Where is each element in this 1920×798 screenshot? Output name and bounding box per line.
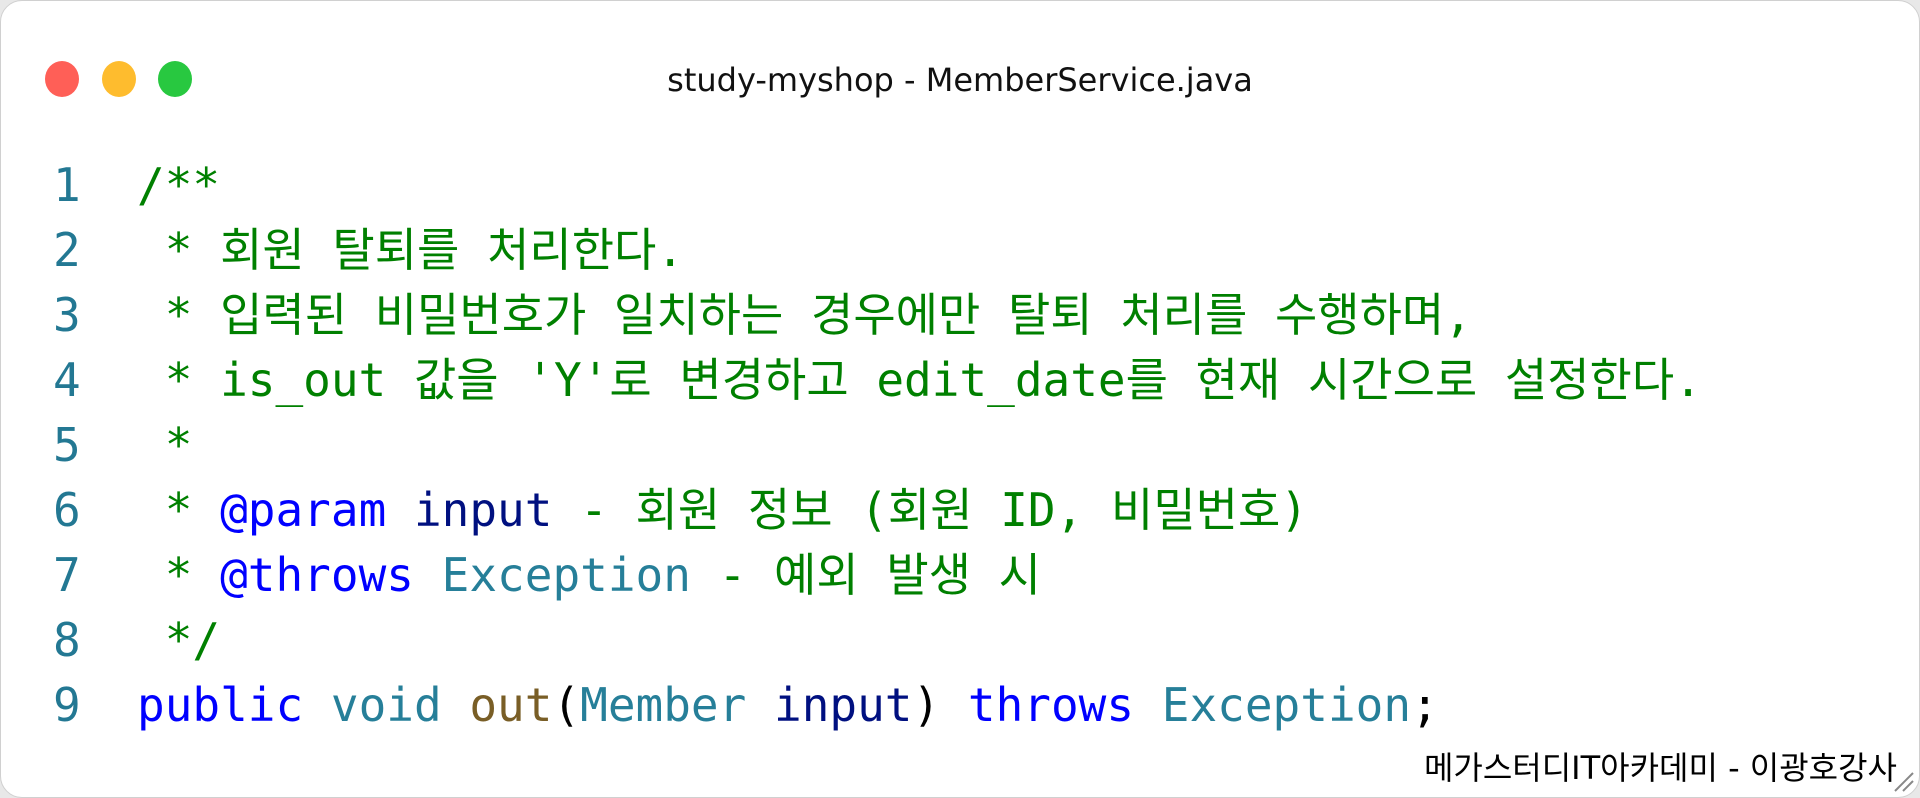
window-title: study-myshop - MemberService.java bbox=[667, 61, 1253, 99]
credit-text: 메가스터디IT아카데미 - 이광호강사 bbox=[1423, 749, 1897, 787]
line-number: 3 bbox=[53, 288, 81, 342]
code-token: @param bbox=[220, 483, 387, 537]
code-token: * bbox=[137, 418, 193, 472]
line-text: * bbox=[137, 413, 193, 478]
code-token: input bbox=[413, 483, 553, 537]
line-text: * @throws Exception - 예외 발생 시 bbox=[137, 543, 1041, 608]
code-token: * is_out 값을 'Y'로 변경하고 edit_date를 현재 시간으로… bbox=[137, 353, 1702, 407]
line-number: 5 bbox=[53, 418, 81, 472]
line-number: 7 bbox=[53, 548, 81, 602]
code-token: * bbox=[137, 548, 221, 602]
code-token: Exception bbox=[441, 548, 691, 602]
line-number: 8 bbox=[53, 613, 81, 667]
code-token: @throws bbox=[220, 548, 414, 602]
code-token: input bbox=[774, 678, 913, 732]
line-text: * 입력된 비밀번호가 일치하는 경우에만 탈퇴 처리를 수행하며, bbox=[137, 283, 1472, 348]
code-token: Exception bbox=[1161, 678, 1412, 732]
line-number: 6 bbox=[53, 483, 81, 537]
line-number: 4 bbox=[53, 353, 81, 407]
code-token: ) bbox=[912, 678, 968, 732]
code-token: - 예외 발생 시 bbox=[690, 548, 1041, 602]
line-text: * 회원 탈퇴를 처리한다. bbox=[137, 218, 684, 283]
code-token: */ bbox=[137, 613, 221, 667]
line-text: * @param input - 회원 정보 (회원 ID, 비밀번호) bbox=[137, 478, 1308, 543]
code-token: ; bbox=[1411, 678, 1439, 732]
line-number: 9 bbox=[53, 678, 81, 732]
code-token: ( bbox=[552, 678, 581, 732]
code-token: Member bbox=[580, 678, 747, 732]
code-token: throws bbox=[967, 678, 1135, 732]
code-token: public bbox=[137, 678, 304, 732]
resize-grip-icon[interactable] bbox=[1889, 767, 1915, 793]
line-number: 1 bbox=[53, 158, 81, 212]
line-number: 2 bbox=[53, 223, 81, 277]
editor-window: study-myshop - MemberService.java 1/** 2 … bbox=[0, 0, 1920, 798]
code-token: /** bbox=[137, 158, 221, 212]
code-token: void bbox=[330, 678, 442, 732]
line-text: * is_out 값을 'Y'로 변경하고 edit_date를 현재 시간으로… bbox=[137, 348, 1702, 413]
code-token: * 입력된 비밀번호가 일치하는 경우에만 탈퇴 처리를 수행하며, bbox=[137, 288, 1472, 342]
line-text: /** bbox=[137, 153, 220, 218]
line-text: public void out(Member input) throws Exc… bbox=[137, 673, 1439, 738]
code-token: out bbox=[469, 678, 553, 732]
code-token: * bbox=[137, 483, 221, 537]
line-text: */ bbox=[137, 608, 220, 673]
code-token: * 회원 탈퇴를 처리한다. bbox=[137, 223, 685, 277]
code-token: - 회원 정보 (회원 ID, 비밀번호) bbox=[552, 483, 1308, 537]
